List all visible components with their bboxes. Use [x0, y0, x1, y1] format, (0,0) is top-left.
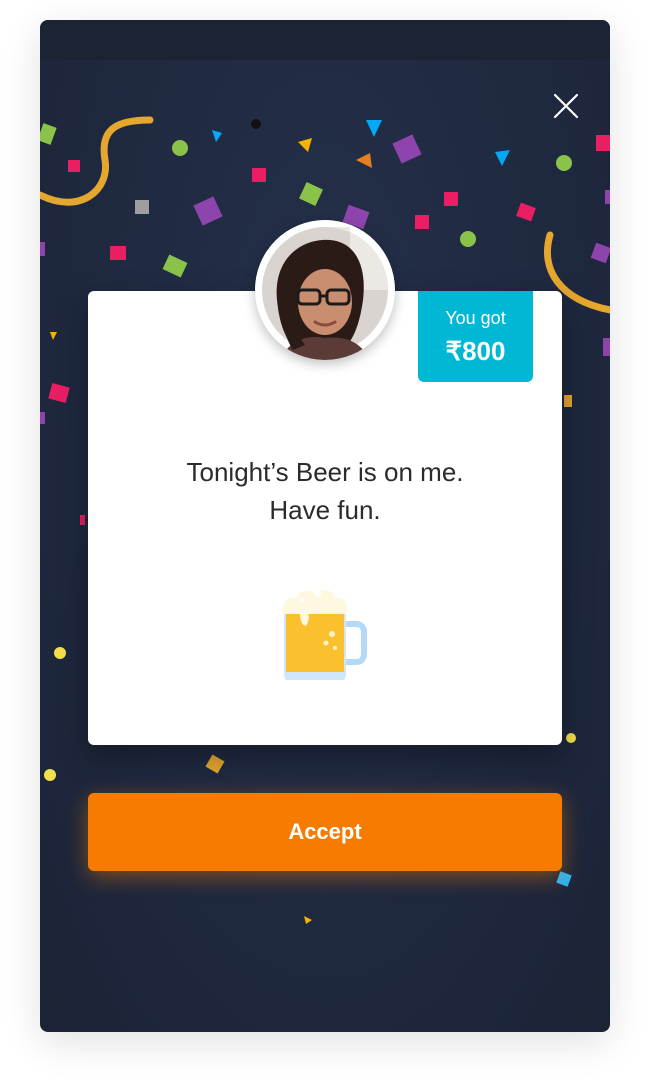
- close-icon: [553, 93, 579, 119]
- reward-screen: You got ₹800 Tonight’s Beer is on me. Ha…: [40, 20, 610, 1032]
- message-line-2: Have fun.: [269, 495, 381, 525]
- user-photo: [255, 220, 395, 360]
- reward-amount: ₹800: [445, 336, 506, 366]
- reward-badge: You got ₹800: [418, 291, 533, 382]
- reward-message: Tonight’s Beer is on me. Have fun.: [88, 453, 562, 529]
- reward-label: You got: [445, 308, 506, 328]
- beer-mug-icon: [280, 586, 370, 686]
- accept-button[interactable]: Accept: [88, 793, 562, 871]
- message-line-1: Tonight’s Beer is on me.: [186, 457, 464, 487]
- avatar: [255, 220, 395, 360]
- close-button[interactable]: [550, 90, 582, 122]
